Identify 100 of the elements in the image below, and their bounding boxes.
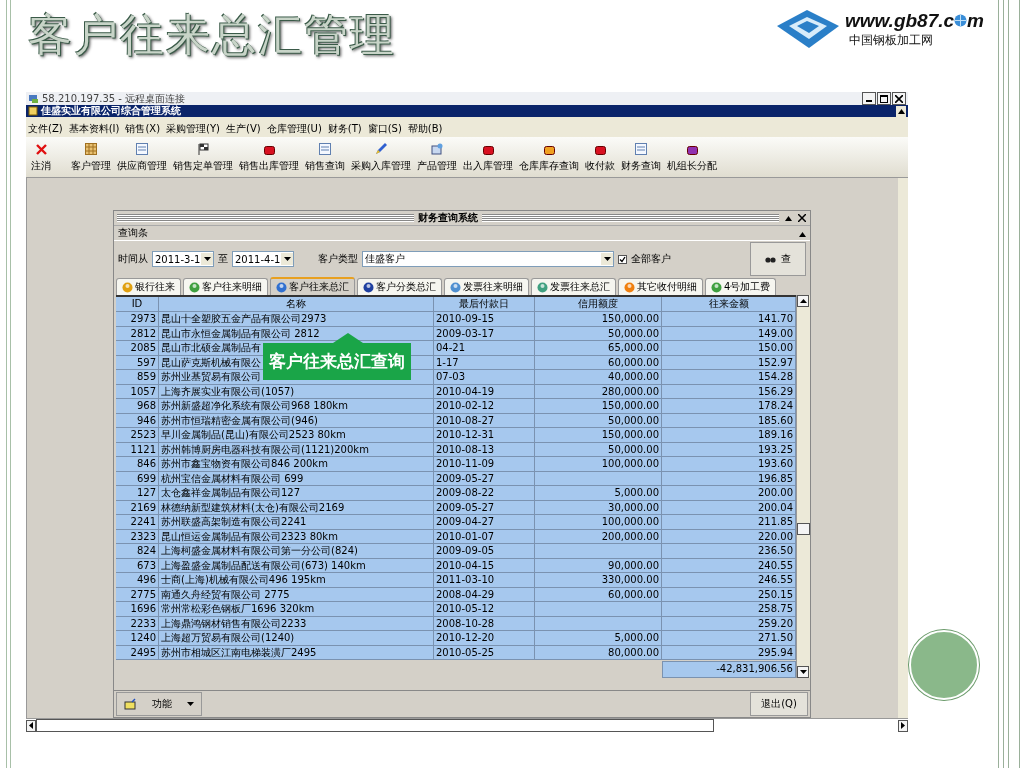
field-label: 客户类型 xyxy=(318,252,358,266)
table-cell: 2010-11-09 xyxy=(434,457,535,472)
date-field[interactable]: 2011-3-1 xyxy=(152,251,214,267)
close-button[interactable] xyxy=(892,92,906,105)
minimize-button[interactable] xyxy=(862,92,876,105)
table-cell: 上海超万贸易有限公司(1240) xyxy=(159,631,434,646)
tab[interactable]: 4号加工费 xyxy=(705,278,777,295)
table-cell: 189.16 xyxy=(662,428,796,443)
toolbar-button[interactable]: 财务查询 xyxy=(620,143,662,173)
logo-icon xyxy=(775,8,841,50)
menu-item[interactable]: 文件(Z) xyxy=(28,122,63,136)
tab[interactable]: 客户往来明细 xyxy=(183,278,268,295)
customer-type-dropdown[interactable]: 佳盛客户 xyxy=(362,251,614,267)
table-cell: 200.00 xyxy=(662,486,796,501)
caret-icon xyxy=(203,257,211,261)
menu-item[interactable]: 销售(X) xyxy=(125,122,161,136)
date-field[interactable]: 2011-4-1 xyxy=(232,251,294,267)
total-cell: -42,831,906.56 xyxy=(662,660,796,678)
toolbar-button[interactable]: 注消 xyxy=(30,144,52,173)
menu-item[interactable]: 仓库管理(U) xyxy=(266,122,322,136)
table-cell: 65,000.00 xyxy=(535,341,662,356)
tab[interactable]: 发票往来总汇 xyxy=(531,278,616,295)
scrollbar[interactable] xyxy=(796,295,810,678)
table-cell: 968 xyxy=(116,399,159,414)
close-icon xyxy=(895,94,903,103)
table-cell: 太仓鑫祥金属制品有限公司127 xyxy=(159,486,434,501)
scroll-thumb[interactable] xyxy=(797,523,810,535)
window-title: 58.210.197.35 - 远程桌面连接 xyxy=(42,91,186,105)
table-cell: 2010-12-20 xyxy=(434,631,535,646)
tab-icon xyxy=(189,281,200,293)
table-cell: 150,000.00 xyxy=(535,428,662,443)
menu-item[interactable]: 生产(V) xyxy=(226,122,261,136)
close-button[interactable] xyxy=(797,214,807,222)
square-icon xyxy=(543,146,555,155)
package-icon xyxy=(431,143,443,155)
table-cell: 2010-12-31 xyxy=(434,428,535,443)
menu-item[interactable]: 财务(T) xyxy=(327,122,362,136)
arrow-left-icon xyxy=(29,722,33,729)
table-cell: 2973 xyxy=(116,312,159,327)
tab[interactable]: 其它收付明细 xyxy=(618,278,703,295)
scroll-left-button[interactable] xyxy=(26,719,36,732)
arrow-right-icon xyxy=(901,722,905,729)
table-cell: 2009-04-27 xyxy=(434,515,535,530)
tab-icon xyxy=(276,281,287,293)
table-cell: 330,000.00 xyxy=(535,573,662,588)
tab[interactable]: 发票往来明细 xyxy=(444,278,529,295)
scroll-thumb[interactable] xyxy=(36,719,714,732)
tab[interactable]: 客户分类总汇 xyxy=(357,278,442,295)
toolbar-button[interactable]: 客户管理 xyxy=(70,143,112,173)
table-cell: 昆山十全塑胶五金产品有限公司2973 xyxy=(159,312,434,327)
scrollbar[interactable] xyxy=(898,178,908,718)
scroll-right-button[interactable] xyxy=(898,719,908,732)
search-button[interactable]: 查 xyxy=(750,242,806,276)
toolbar-button[interactable]: 仓库库存查询 xyxy=(518,146,580,173)
toolbar-button[interactable]: 销售查询 xyxy=(304,143,346,173)
tab-icon xyxy=(450,281,461,293)
menu-item[interactable]: 窗口(S) xyxy=(367,122,402,136)
logo-subtitle: 中国钢板加工网 xyxy=(849,31,934,49)
table-cell: 2011-03-10 xyxy=(434,573,535,588)
menu-item[interactable]: 帮助(B) xyxy=(407,122,443,136)
table-cell: 2085 xyxy=(116,341,159,356)
exit-button[interactable]: 退出(Q) xyxy=(750,692,808,716)
checkbox-label: 全部客户 xyxy=(631,252,671,266)
menu-item[interactable]: 采购管理(Y) xyxy=(166,122,220,136)
scrollbar[interactable] xyxy=(26,718,908,732)
tab-icon xyxy=(624,281,635,293)
scroll-up-button[interactable] xyxy=(797,295,809,307)
table-cell: 早川金属制品(昆山)有限公司2523 80km xyxy=(159,428,434,443)
menu-item[interactable]: 基本资料(I) xyxy=(68,122,120,136)
tab-icon xyxy=(122,281,133,293)
table-cell: 2241 xyxy=(116,515,159,530)
toolbar-button[interactable]: 出入库管理 xyxy=(462,146,514,173)
toolbar-button[interactable]: 收付款 xyxy=(584,146,616,173)
scroll-down-button[interactable] xyxy=(797,666,809,678)
table-cell: 178.24 xyxy=(662,399,796,414)
checkbox[interactable] xyxy=(618,254,627,264)
toolbar-button[interactable]: 销售定单管理 xyxy=(172,143,234,173)
function-button[interactable]: 功能 xyxy=(116,692,202,716)
table-cell: 40,000.00 xyxy=(535,370,662,385)
toolbar-button[interactable]: 销售出库管理 xyxy=(238,146,300,173)
globe-icon xyxy=(954,14,968,27)
tab[interactable]: 银行往来 xyxy=(116,278,181,295)
toolbar-button[interactable]: 产品管理 xyxy=(416,143,458,173)
table-cell: 824 xyxy=(116,544,159,559)
table-cell: 150,000.00 xyxy=(535,312,662,327)
round-ornament xyxy=(909,630,979,700)
table-cell: 271.50 xyxy=(662,631,796,646)
toolbar-button[interactable]: 供应商管理 xyxy=(116,143,168,173)
toolbar-button[interactable]: 机组长分配 xyxy=(666,146,718,173)
scroll-up-button[interactable] xyxy=(896,105,906,117)
table-cell: 苏州市鑫宝物资有限公司846 200km xyxy=(159,457,434,472)
maximize-button[interactable] xyxy=(877,92,891,105)
square-icon xyxy=(482,146,494,155)
tab[interactable]: 客户往来总汇 xyxy=(270,277,355,295)
table-cell: 04-21 xyxy=(434,341,535,356)
toolbar-button[interactable]: 采购入库管理 xyxy=(350,143,412,173)
table-cell: 246.55 xyxy=(662,573,796,588)
close-icon xyxy=(35,144,47,155)
table-cell: 1240 xyxy=(116,631,159,646)
collapse-button[interactable] xyxy=(783,215,793,221)
